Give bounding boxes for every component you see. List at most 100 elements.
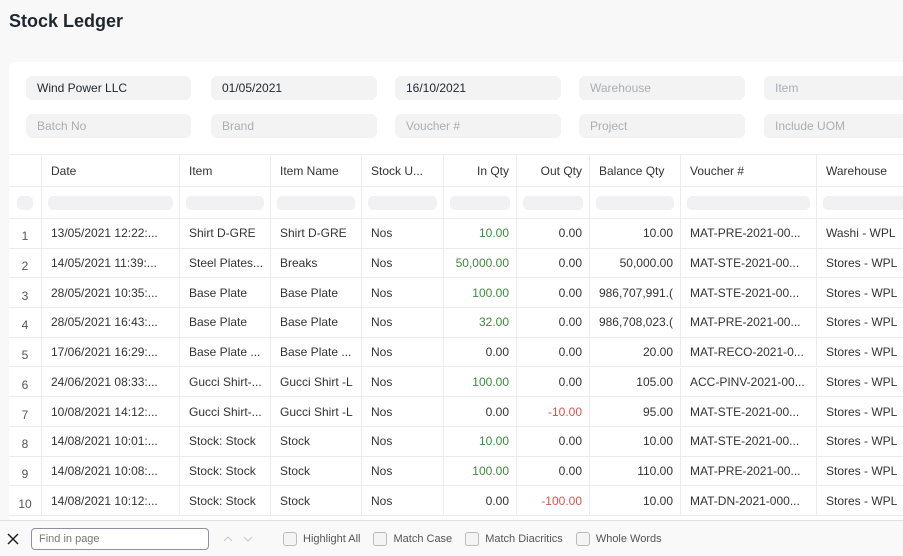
cell-warehouse[interactable]: Stores - WPL bbox=[817, 368, 903, 397]
row-number[interactable]: 3 bbox=[9, 278, 42, 308]
cell-warehouse[interactable]: Stores - WPL bbox=[817, 338, 903, 367]
cell-date[interactable]: 10/08/2021 14:12:... bbox=[42, 397, 180, 426]
chevron-down-icon[interactable] bbox=[241, 532, 255, 546]
cell-warehouse[interactable]: Stores - WPL bbox=[817, 427, 903, 456]
row-number[interactable]: 1 bbox=[9, 219, 42, 248]
filter-date[interactable] bbox=[42, 187, 180, 218]
cell-voucher[interactable]: MAT-PRE-2021-00... bbox=[681, 308, 817, 337]
include-uom-filter[interactable]: Include UOM bbox=[764, 114, 903, 138]
cell-item-name[interactable]: Stock bbox=[271, 486, 362, 515]
cell-in-qty[interactable]: 100.00 bbox=[444, 456, 517, 486]
cell-date[interactable]: 14/08/2021 10:01:... bbox=[42, 426, 180, 456]
cell-item[interactable]: Base Plate bbox=[180, 308, 271, 337]
cell-in-qty[interactable]: 10.00 bbox=[444, 426, 517, 456]
cell-in-qty[interactable]: 0.00 bbox=[444, 397, 517, 426]
cell-out-qty[interactable]: 0.00 bbox=[517, 308, 590, 337]
cell-stock-uom[interactable]: Nos bbox=[362, 486, 444, 515]
cell-stock-uom[interactable]: Nos bbox=[362, 278, 444, 308]
table-row[interactable]: 1 13/05/2021 12:22:... Shirt D-GRE Shirt D-… bbox=[9, 219, 903, 249]
cell-voucher[interactable]: MAT-STE-2021-00... bbox=[681, 397, 817, 426]
cell-item-name[interactable]: Base Plate ... bbox=[271, 337, 362, 367]
table-row[interactable]: 6 24/06/2021 08:33:... Gucci Shirt-... Gucc… bbox=[9, 367, 903, 398]
cell-item[interactable]: Shirt D-GRE bbox=[180, 219, 271, 248]
cell-out-qty[interactable]: -10.00 bbox=[517, 397, 590, 426]
cell-stock-uom[interactable]: Nos bbox=[362, 426, 444, 456]
filter-box[interactable] bbox=[823, 195, 903, 210]
cell-voucher[interactable]: MAT-PRE-2021-00... bbox=[681, 219, 817, 248]
cell-balance-qty[interactable]: 10.00 bbox=[590, 486, 681, 515]
filter-balance-qty[interactable] bbox=[590, 187, 681, 218]
cell-warehouse[interactable]: Stores - WPL bbox=[817, 308, 903, 337]
filter-in-qty[interactable] bbox=[444, 187, 517, 218]
filter-box[interactable] bbox=[368, 195, 437, 210]
cell-balance-qty[interactable]: 50,000.00 bbox=[590, 248, 681, 278]
find-input[interactable] bbox=[31, 527, 209, 550]
filter-box[interactable] bbox=[596, 195, 674, 210]
cell-out-qty[interactable]: 0.00 bbox=[517, 337, 590, 367]
cell-out-qty[interactable]: 0.00 bbox=[517, 278, 590, 308]
cell-item-name[interactable]: Base Plate bbox=[271, 278, 362, 308]
match-diacritics-checkbox[interactable]: Match Diacritics bbox=[465, 531, 563, 546]
warehouse-filter[interactable]: Warehouse bbox=[579, 76, 745, 100]
cell-item[interactable]: Base Plate ... bbox=[180, 337, 271, 367]
cell-voucher[interactable]: MAT-STE-2021-00... bbox=[681, 248, 817, 278]
filter-box[interactable] bbox=[186, 195, 264, 210]
cell-item[interactable]: Stock: Stock bbox=[180, 426, 271, 456]
cell-stock-uom[interactable]: Nos bbox=[362, 308, 444, 337]
cell-in-qty[interactable]: 100.00 bbox=[444, 367, 517, 397]
project-filter[interactable]: Project bbox=[579, 114, 745, 138]
col-in-qty[interactable]: In Qty bbox=[444, 155, 517, 186]
cell-balance-qty[interactable]: 95.00 bbox=[590, 397, 681, 426]
cell-item[interactable]: Stock: Stock bbox=[180, 486, 271, 515]
cell-in-qty[interactable]: 50,000.00 bbox=[444, 248, 517, 278]
cell-voucher[interactable]: MAT-STE-2021-00... bbox=[681, 426, 817, 456]
cell-date[interactable]: 17/06/2021 16:29:... bbox=[42, 337, 180, 367]
filter-item[interactable] bbox=[180, 187, 271, 218]
row-number[interactable]: 5 bbox=[9, 337, 42, 367]
to-date-filter[interactable]: 16/10/2021 bbox=[395, 76, 561, 100]
cell-in-qty[interactable]: 0.00 bbox=[444, 486, 517, 515]
row-number[interactable]: 8 bbox=[9, 426, 42, 456]
cell-item-name[interactable]: Gucci Shirt -L bbox=[271, 367, 362, 397]
cell-warehouse[interactable]: Stores - WPL bbox=[817, 278, 903, 307]
cell-item-name[interactable]: Gucci Shirt -L bbox=[271, 397, 362, 426]
cell-stock-uom[interactable]: Nos bbox=[362, 337, 444, 367]
item-filter[interactable]: Item bbox=[764, 76, 903, 100]
cell-in-qty[interactable]: 32.00 bbox=[444, 308, 517, 337]
cell-item-name[interactable]: Base Plate bbox=[271, 308, 362, 337]
cell-item[interactable]: Gucci Shirt-... bbox=[180, 397, 271, 426]
filter-voucher[interactable] bbox=[681, 187, 817, 218]
table-row[interactable]: 8 14/08/2021 10:01:... Stock: Stock Stock No… bbox=[9, 426, 903, 457]
cell-date[interactable]: 28/05/2021 16:43:... bbox=[42, 308, 180, 337]
col-stock-uom[interactable]: Stock U... bbox=[362, 155, 444, 186]
row-number[interactable]: 7 bbox=[9, 397, 42, 426]
cell-voucher[interactable]: ACC-PINV-2021-00... bbox=[681, 367, 817, 397]
cell-out-qty[interactable]: 0.00 bbox=[517, 367, 590, 397]
cell-item[interactable]: Stock: Stock bbox=[180, 456, 271, 486]
from-date-filter[interactable]: 01/05/2021 bbox=[211, 76, 377, 100]
cell-warehouse[interactable]: Stores - WPL bbox=[817, 486, 903, 515]
col-date[interactable]: Date bbox=[42, 155, 180, 186]
cell-date[interactable]: 14/08/2021 10:08:... bbox=[42, 456, 180, 486]
filter-warehouse[interactable] bbox=[817, 187, 903, 218]
cell-item-name[interactable]: Stock bbox=[271, 426, 362, 456]
cell-in-qty[interactable]: 100.00 bbox=[444, 278, 517, 308]
cell-voucher[interactable]: MAT-PRE-2021-00... bbox=[681, 456, 817, 486]
filter-item-name[interactable] bbox=[271, 187, 362, 218]
col-voucher[interactable]: Voucher # bbox=[681, 155, 817, 186]
checkbox-box[interactable] bbox=[465, 531, 480, 546]
cell-balance-qty[interactable]: 986,708,023.( bbox=[590, 308, 681, 337]
cell-stock-uom[interactable]: Nos bbox=[362, 367, 444, 397]
cell-date[interactable]: 14/08/2021 10:12:... bbox=[42, 486, 180, 515]
cell-out-qty[interactable]: 0.00 bbox=[517, 426, 590, 456]
table-row[interactable]: 9 14/08/2021 10:08:... Stock: Stock Stock No… bbox=[9, 456, 903, 487]
close-icon[interactable] bbox=[6, 532, 20, 546]
cell-date[interactable]: 24/06/2021 08:33:... bbox=[42, 367, 180, 397]
col-item-name[interactable]: Item Name bbox=[271, 155, 362, 186]
col-warehouse[interactable]: Warehouse bbox=[817, 155, 903, 186]
cell-date[interactable]: 28/05/2021 10:35:... bbox=[42, 278, 180, 308]
table-row[interactable]: 4 28/05/2021 16:43:... Base Plate Base Plat… bbox=[9, 308, 903, 338]
table-row[interactable]: 3 28/05/2021 10:35:... Base Plate Base Plat… bbox=[9, 278, 903, 309]
cell-balance-qty[interactable]: 10.00 bbox=[590, 426, 681, 456]
batch-no-filter[interactable]: Batch No bbox=[26, 114, 191, 138]
